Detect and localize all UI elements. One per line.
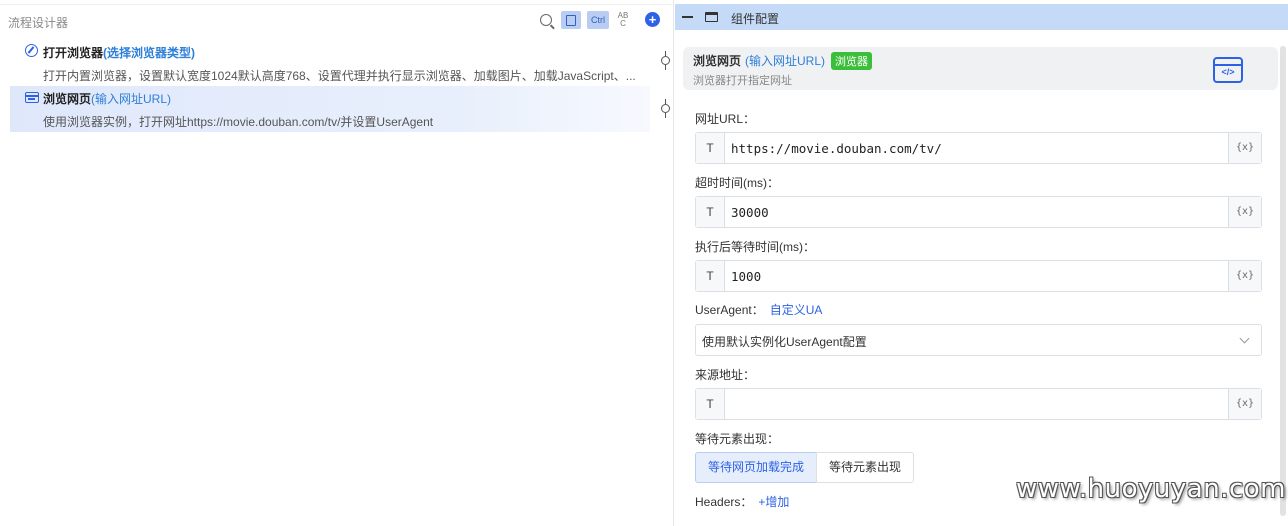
variable-button[interactable]: {x}: [1228, 133, 1261, 163]
component-config-panel: 组件配置 浏览网页 (输入网址URL) 浏览器 浏览器打开指定网址 </> 网址UR…: [675, 0, 1288, 526]
variable-button[interactable]: {x}: [1228, 261, 1261, 291]
user-agent-label-row: UserAgent： 自定义UA: [695, 303, 823, 317]
breakpoint-pin-icon[interactable]: [661, 99, 670, 118]
url-value[interactable]: https://movie.douban.com/tv/: [731, 141, 942, 156]
flow-step-open-browser[interactable]: 打开浏览器(选择浏览器类型) 打开内置浏览器，设置默认宽度1024默认高度768…: [10, 40, 650, 86]
breakpoint-pin-icon[interactable]: [661, 51, 670, 70]
spellcheck-bottom: C: [620, 19, 626, 28]
user-agent-selected: 使用默认实例化UserAgent配置: [702, 335, 867, 349]
component-info-card: 浏览网页 (输入网址URL) 浏览器 浏览器打开指定网址 </>: [683, 47, 1278, 90]
url-label: 网址URL：: [695, 112, 756, 126]
panel-title: 流程设计器: [8, 16, 69, 30]
step-title: 打开浏览器(选择浏览器类型): [43, 46, 196, 60]
wait-page-load-option[interactable]: 等待网页加载完成: [695, 452, 817, 483]
flow-step-browse-page[interactable]: 浏览网页(输入网址URL) 使用浏览器实例，打开网址https://movie.…: [10, 86, 650, 132]
config-header: 组件配置: [675, 4, 1288, 30]
timeout-value[interactable]: 30000: [731, 205, 769, 220]
app-root: 流程设计器 Ctrl AB C + 打开浏览器(选择浏览器类型) 打开内置浏览器…: [0, 0, 1288, 526]
chevron-down-icon: [1239, 333, 1250, 344]
timeout-label: 超时时间(ms)：: [695, 176, 779, 190]
step-hint: (输入网址URL): [91, 92, 172, 106]
text-type-tag[interactable]: T: [696, 197, 725, 227]
add-header-link[interactable]: +增加: [758, 495, 789, 509]
add-step-button[interactable]: +: [645, 12, 660, 27]
watermark-text: www.huoyuyan.com: [1016, 474, 1286, 504]
step-hint: (选择浏览器类型): [103, 46, 196, 60]
wait-after-value[interactable]: 1000: [731, 269, 761, 284]
config-title: 组件配置: [731, 12, 780, 26]
referer-label: 来源地址：: [695, 368, 756, 382]
component-title: 浏览网页 (输入网址URL) 浏览器: [693, 52, 873, 70]
search-icon[interactable]: [538, 11, 554, 29]
wait-element-label: 等待元素出现：: [695, 432, 780, 446]
text-type-tag[interactable]: T: [696, 389, 725, 419]
copy-icon[interactable]: [561, 11, 581, 29]
variable-button[interactable]: {x}: [1228, 197, 1261, 227]
text-type-tag[interactable]: T: [696, 261, 725, 291]
url-field[interactable]: T https://movie.douban.com/tv/ {x}: [695, 132, 1262, 164]
user-agent-select[interactable]: 使用默认实例化UserAgent配置: [695, 324, 1262, 356]
step-description: 打开内置浏览器，设置默认宽度1024默认高度768、设置代理并执行显示浏览器、加…: [43, 69, 636, 83]
referer-field[interactable]: T {x}: [695, 388, 1262, 420]
timeout-field[interactable]: T 30000 {x}: [695, 196, 1262, 228]
flow-designer-panel: 流程设计器 Ctrl AB C + 打开浏览器(选择浏览器类型) 打开内置浏览器…: [0, 0, 674, 526]
category-badge: 浏览器: [831, 52, 873, 70]
step-title: 浏览网页(输入网址URL): [43, 92, 172, 106]
custom-ua-link[interactable]: 自定义UA: [770, 303, 823, 317]
restore-window-icon[interactable]: [705, 12, 718, 22]
browser-icon: [25, 92, 39, 103]
flow-designer-header: 流程设计器 Ctrl AB C: [0, 4, 674, 36]
wait-element-option[interactable]: 等待元素出现: [816, 452, 914, 483]
variable-button[interactable]: {x}: [1228, 389, 1261, 419]
component-subtitle: 浏览器打开指定网址: [693, 75, 792, 87]
component-hint: (输入网址URL): [745, 54, 826, 68]
step-description: 使用浏览器实例，打开网址https://movie.douban.com/tv/…: [43, 115, 434, 129]
compass-icon: [25, 44, 38, 57]
web-code-icon: </>: [1213, 57, 1243, 83]
spellcheck-icon[interactable]: AB C: [615, 11, 631, 29]
wait-after-label: 执行后等待时间(ms)：: [695, 240, 815, 254]
wait-after-field[interactable]: T 1000 {x}: [695, 260, 1262, 292]
scrollbar[interactable]: [1280, 46, 1286, 516]
minimize-icon[interactable]: [682, 16, 693, 18]
text-type-tag[interactable]: T: [696, 133, 725, 163]
headers-label-row: Headers： +增加: [695, 495, 790, 509]
ctrl-toggle-button[interactable]: Ctrl: [587, 11, 609, 29]
